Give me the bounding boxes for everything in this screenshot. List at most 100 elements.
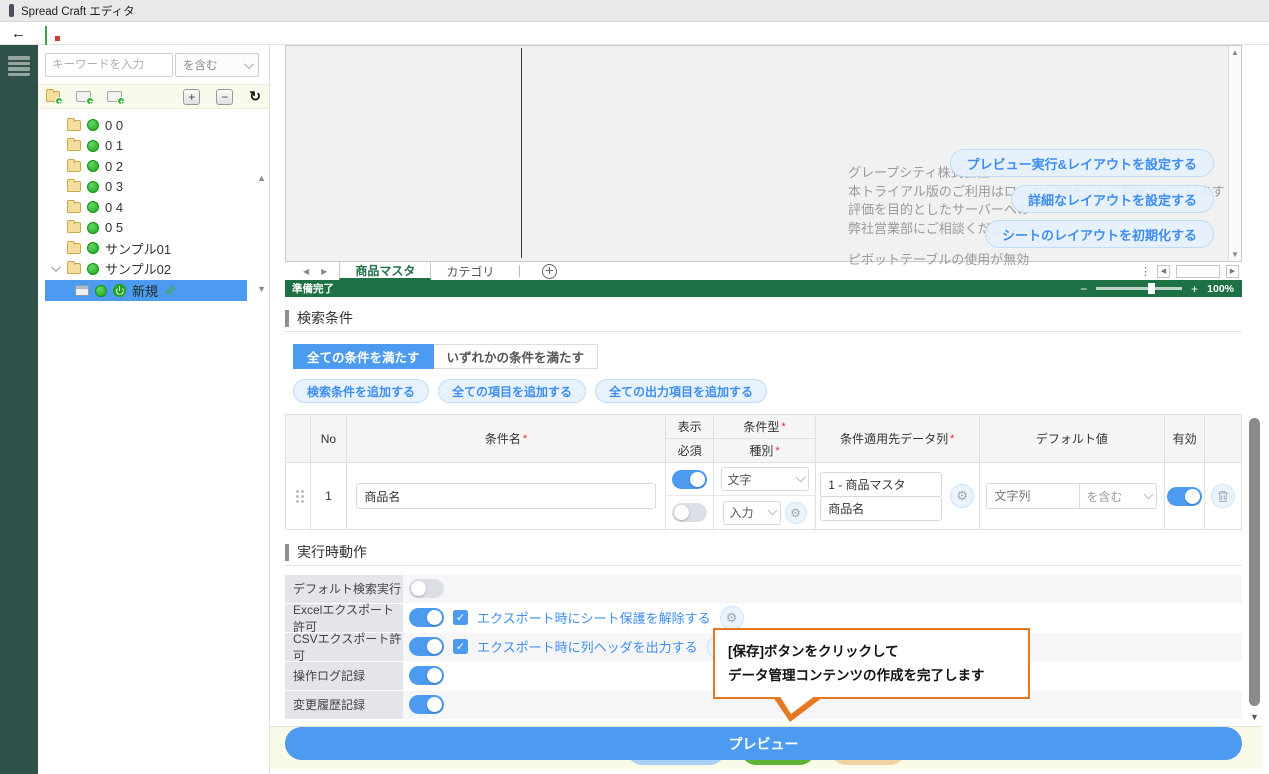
match-select[interactable]: を含む: [175, 53, 259, 77]
default-match-select[interactable]: を含む: [1079, 483, 1157, 509]
scroll-down-icon[interactable]: ▼: [1231, 250, 1239, 259]
tab-sheet-product-master[interactable]: 商品マスタ: [339, 262, 431, 280]
main-scroll-down-icon[interactable]: ▼: [1250, 712, 1259, 722]
show-toggle[interactable]: [672, 470, 707, 489]
enabled-toggle[interactable]: [1167, 487, 1202, 506]
tree-scroll-up-icon[interactable]: ▲: [257, 173, 266, 183]
side-rail: [0, 45, 38, 774]
preview-scrollbar[interactable]: ▲ ▼: [1228, 46, 1241, 261]
status-dot-icon: [87, 201, 99, 213]
delete-row-button[interactable]: [1211, 484, 1235, 508]
scroll-up-icon[interactable]: ▲: [1231, 48, 1239, 57]
edit-pencil-icon[interactable]: ✎: [164, 284, 176, 298]
status-dot-icon: [87, 119, 99, 131]
kind-select[interactable]: 入力: [723, 501, 781, 525]
tree-item[interactable]: 0 5: [38, 218, 269, 239]
default-search-toggle[interactable]: [409, 579, 444, 598]
add-condition-button[interactable]: 検索条件を追加する: [293, 379, 429, 403]
csv-export-toggle[interactable]: [409, 637, 444, 656]
search-input[interactable]: [45, 53, 173, 77]
type-select-value: 文字: [728, 471, 752, 488]
tree-scroll-down-icon[interactable]: ▼: [257, 284, 266, 294]
tab-next-icon[interactable]: ▶: [321, 267, 327, 276]
tree-item-selected[interactable]: 新規 ✎: [45, 280, 247, 301]
menu-icon[interactable]: [8, 56, 30, 76]
refresh-icon[interactable]: ↻: [249, 88, 261, 105]
status-dot-icon: [87, 140, 99, 152]
kind-settings-gear-icon[interactable]: ⚙: [785, 502, 807, 524]
preview-button[interactable]: プレビュー: [285, 727, 1242, 760]
folder-icon: [67, 243, 81, 254]
excel-export-toggle[interactable]: [409, 608, 444, 627]
add-folder-button[interactable]: [46, 91, 60, 102]
tree-item[interactable]: 0 1: [38, 136, 269, 157]
window-titlebar: Spread Craft エディタ: [0, 0, 1269, 22]
condition-name-input[interactable]: [356, 483, 655, 509]
target-cell: 1 - 商品マスタ 商品名 ⚙: [816, 463, 979, 529]
spreadsheet-icon[interactable]: [45, 27, 59, 40]
tree-item[interactable]: サンプル01: [38, 238, 269, 259]
column-header-checkbox[interactable]: ✓: [453, 639, 468, 654]
tree-item[interactable]: 0 2: [38, 156, 269, 177]
change-history-toggle[interactable]: [409, 695, 444, 714]
target-sheet-box[interactable]: 1 - 商品マスタ: [820, 472, 942, 497]
add-content-alt-button[interactable]: [107, 91, 122, 102]
chevron-down-icon: [1144, 489, 1154, 499]
target-boxes: 1 - 商品マスタ 商品名: [820, 472, 942, 521]
excel-option-gear-icon[interactable]: ⚙: [720, 606, 744, 630]
required-mark: *: [523, 433, 527, 445]
tab-prev-icon[interactable]: ◀: [303, 267, 309, 276]
add-all-outputs-button[interactable]: 全ての出力項目を追加する: [595, 379, 767, 403]
tree-item-label: 0 3: [105, 179, 123, 194]
zoom-out-icon[interactable]: −: [1080, 283, 1087, 295]
match-mode-segment: 全ての条件を満たす いずれかの条件を満たす: [293, 344, 1242, 369]
collapse-all-button[interactable]: −: [216, 89, 233, 105]
zoom-slider[interactable]: [1096, 287, 1182, 290]
chevron-down-icon[interactable]: [51, 262, 61, 272]
default-cell: を含む: [980, 463, 1165, 529]
tab-divider: [519, 265, 520, 277]
runtime-label: Excelエクスポート許可: [285, 604, 403, 632]
enabled-cell: [1165, 463, 1204, 529]
operation-log-toggle[interactable]: [409, 666, 444, 685]
required-toggle[interactable]: [672, 503, 707, 522]
status-dot-icon: [95, 285, 107, 297]
match-all-button[interactable]: 全ての条件を満たす: [293, 344, 434, 369]
detail-layout-button[interactable]: 詳細なレイアウトを設定する: [1011, 185, 1214, 213]
default-value-input[interactable]: [986, 483, 1080, 509]
runtime-label: デフォルト検索実行: [285, 575, 403, 603]
unprotect-sheet-checkbox[interactable]: ✓: [453, 610, 468, 625]
callout-line: [保存]ボタンをクリックして: [728, 640, 1015, 664]
main-scrollbar-thumb[interactable]: [1249, 418, 1260, 706]
main-scrollbar[interactable]: ▼: [1248, 296, 1262, 726]
tree-item[interactable]: 0 3: [38, 177, 269, 198]
power-icon: [113, 284, 126, 297]
add-all-fields-button[interactable]: 全ての項目を追加する: [438, 379, 586, 403]
reset-layout-button[interactable]: シートのレイアウトを初期化する: [985, 220, 1214, 248]
expand-all-button[interactable]: +: [183, 89, 200, 105]
add-content-button[interactable]: [76, 91, 91, 102]
tree-item[interactable]: 0 4: [38, 197, 269, 218]
tree-item-expanded[interactable]: サンプル02: [38, 259, 269, 280]
drag-handle-icon[interactable]: [296, 490, 299, 493]
add-sheet-icon[interactable]: [542, 264, 557, 279]
target-settings-gear-icon[interactable]: ⚙: [950, 484, 974, 508]
callout-tail-inner: [779, 695, 816, 714]
default-match-value: を含む: [1086, 488, 1122, 505]
zoom-slider-thumb[interactable]: [1148, 283, 1155, 294]
back-icon[interactable]: ←: [11, 26, 26, 41]
tree-item[interactable]: 0 0: [38, 115, 269, 136]
preview-run-layout-button[interactable]: プレビュー実行&レイアウトを設定する: [950, 149, 1214, 177]
actions-header: [1205, 415, 1241, 463]
required-header: 必須: [666, 439, 713, 463]
status-bar: 準備完了 − + 100%: [285, 280, 1242, 297]
match-any-button[interactable]: いずれかの条件を満たす: [434, 344, 599, 369]
spreadsheet-grid-icon: [45, 26, 47, 45]
type-select[interactable]: 文字: [721, 467, 809, 491]
tab-sheet-category[interactable]: カテゴリ: [431, 262, 509, 280]
target-column-box[interactable]: 商品名: [820, 496, 942, 521]
zoom-in-icon[interactable]: +: [1191, 283, 1198, 295]
runtime-label: 操作ログ記録: [285, 662, 403, 690]
drag-cell[interactable]: [286, 463, 310, 529]
actions-cell: [1205, 463, 1241, 529]
